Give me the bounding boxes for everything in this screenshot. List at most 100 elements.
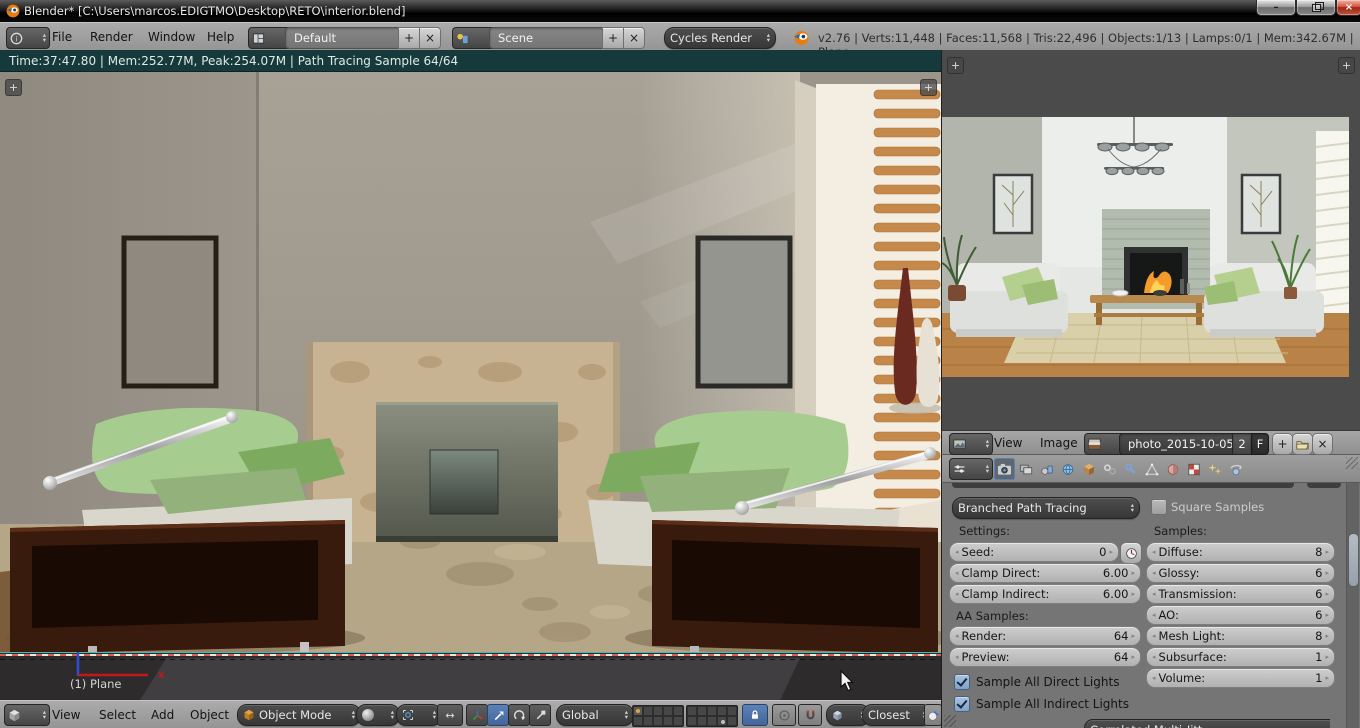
- stepper-left-arrow[interactable]: ◂: [955, 548, 959, 556]
- transmission-samples-field[interactable]: ◂ Transmission: 6 ▸: [1146, 584, 1335, 604]
- tab-particles[interactable]: [1204, 458, 1225, 480]
- stepper-right-arrow[interactable]: ▸: [1325, 632, 1329, 640]
- glossy-samples-field[interactable]: ◂ Glossy: 6 ▸: [1146, 563, 1335, 583]
- tab-constraints[interactable]: [1099, 458, 1120, 480]
- stepper-right-arrow[interactable]: ▸: [1131, 590, 1135, 598]
- viewport-corner-plus-left[interactable]: +: [5, 79, 22, 96]
- volume-samples-field[interactable]: ◂ Volume: 1 ▸: [1146, 668, 1335, 688]
- viewport-below-camera-area[interactable]: z x (1) Plane: [0, 652, 941, 700]
- menu-window[interactable]: Window: [148, 30, 195, 44]
- sampling-pattern-dropdown-clipped[interactable]: Correlated Multi-Jitt ▴: [1084, 719, 1330, 728]
- stepper-left-arrow[interactable]: ◂: [1152, 674, 1156, 682]
- stepper-right-arrow[interactable]: ▸: [1325, 548, 1329, 556]
- stepper-left-arrow[interactable]: ◂: [955, 632, 959, 640]
- tab-world[interactable]: [1057, 458, 1078, 480]
- clamp-direct-field[interactable]: ◂ Clamp Direct: 6.00 ▸: [949, 563, 1141, 583]
- layers-group-2[interactable]: [686, 705, 738, 727]
- fake-user-button[interactable]: F: [1251, 433, 1269, 455]
- mesh-light-samples-field[interactable]: ◂ Mesh Light: 8 ▸: [1146, 626, 1335, 646]
- delete-layout-button[interactable]: ×: [419, 27, 441, 49]
- editor-type-button-image[interactable]: ▴ ▾: [949, 433, 993, 455]
- delete-scene-button[interactable]: ×: [623, 27, 645, 49]
- editor-type-button-properties[interactable]: ▴ ▾: [949, 458, 993, 480]
- square-samples-checkbox[interactable]: [1151, 499, 1167, 515]
- stepper-right-arrow[interactable]: ▸: [1131, 632, 1135, 640]
- proportional-edit-button[interactable]: [772, 704, 796, 726]
- stepper-right-arrow[interactable]: ▸: [1325, 611, 1329, 619]
- menu-render[interactable]: Render: [90, 30, 133, 44]
- aa-preview-field[interactable]: ◂ Preview: 64 ▸: [949, 647, 1141, 667]
- viewport-corner-plus-right[interactable]: +: [920, 79, 937, 96]
- stepper-left-arrow[interactable]: ◂: [1152, 653, 1156, 661]
- tab-material[interactable]: [1162, 458, 1183, 480]
- image-users-count[interactable]: 2: [1232, 433, 1252, 455]
- add-layout-button[interactable]: +: [398, 27, 420, 49]
- layout-name-field[interactable]: Default: [285, 27, 415, 49]
- translate-manipulator-button[interactable]: [487, 704, 509, 726]
- tab-physics[interactable]: [1225, 458, 1246, 480]
- layers-group-1[interactable]: [632, 705, 684, 727]
- tab-render-layers[interactable]: [1015, 458, 1036, 480]
- layer-cell[interactable]: [717, 716, 727, 726]
- panel-corner-grip[interactable]: [944, 715, 956, 727]
- properties-scrollbar-thumb[interactable]: [1348, 533, 1359, 587]
- stepper-right-arrow[interactable]: ▸: [1325, 674, 1329, 682]
- stepper-left-arrow[interactable]: ◂: [1152, 590, 1156, 598]
- integrator-dropdown[interactable]: Branched Path Tracing ▴ ▾: [952, 497, 1140, 519]
- scale-manipulator-button[interactable]: [529, 704, 551, 726]
- stepper-left-arrow[interactable]: ◂: [955, 653, 959, 661]
- viewport-shading-dropdown[interactable]: ▴ ▾: [356, 704, 400, 726]
- menu-help[interactable]: Help: [207, 30, 234, 44]
- tab-render[interactable]: [994, 458, 1015, 480]
- sample-all-indirect-lights-checkbox[interactable]: [954, 696, 970, 712]
- stepper-right-arrow[interactable]: ▸: [1131, 653, 1135, 661]
- menu-object[interactable]: Object: [190, 708, 229, 722]
- menu-select[interactable]: Select: [99, 708, 136, 722]
- stepper-left-arrow[interactable]: ◂: [955, 590, 959, 598]
- menu-file[interactable]: File: [52, 30, 72, 44]
- aa-render-field[interactable]: ◂ Render: 64 ▸: [949, 626, 1141, 646]
- menu-view[interactable]: View: [994, 436, 1022, 450]
- editor-type-button-3dview[interactable]: ▴ ▾: [4, 704, 50, 726]
- image-editor-corner-plus-left[interactable]: +: [947, 57, 964, 74]
- tab-scene[interactable]: [1036, 458, 1057, 480]
- tab-modifiers[interactable]: [1120, 458, 1141, 480]
- scene-name-field[interactable]: Scene: [489, 27, 619, 49]
- close-button[interactable]: ×: [1336, 0, 1360, 16]
- menu-image[interactable]: Image: [1040, 436, 1078, 450]
- minimize-button[interactable]: –: [1256, 0, 1296, 16]
- sample-all-direct-lights-checkbox[interactable]: [954, 674, 970, 690]
- pivot-point-dropdown[interactable]: ▴ ▾: [396, 704, 442, 726]
- ao-samples-field[interactable]: ◂ AO: 6 ▸: [1146, 605, 1335, 625]
- add-scene-button[interactable]: +: [602, 27, 624, 49]
- unlink-image-button[interactable]: ×: [1312, 433, 1333, 455]
- new-image-button[interactable]: +: [1272, 433, 1293, 455]
- stepper-left-arrow[interactable]: ◂: [1152, 632, 1156, 640]
- image-editor-canvas[interactable]: + +: [941, 50, 1360, 430]
- clamp-indirect-field[interactable]: ◂ Clamp Indirect: 6.00 ▸: [949, 584, 1141, 604]
- manipulator-axis-button[interactable]: [466, 704, 488, 726]
- stepper-right-arrow[interactable]: ▸: [1325, 590, 1329, 598]
- stepper-right-arrow[interactable]: ▸: [1109, 548, 1113, 556]
- panel-corner-grip[interactable]: [1346, 457, 1358, 469]
- layer-cell[interactable]: [633, 706, 643, 716]
- lock-to-scene-button[interactable]: [742, 704, 768, 726]
- stepper-right-arrow[interactable]: ▸: [1131, 569, 1135, 577]
- render-engine-dropdown[interactable]: Cycles Render ▴ ▾: [664, 27, 776, 49]
- subsurface-samples-field[interactable]: ◂ Subsurface: 1 ▸: [1146, 647, 1335, 667]
- stepper-right-arrow[interactable]: ▸: [1325, 653, 1329, 661]
- menu-add[interactable]: Add: [151, 708, 174, 722]
- mode-dropdown[interactable]: Object Mode ▴ ▾: [237, 704, 361, 726]
- stepper-left-arrow[interactable]: ◂: [1152, 569, 1156, 577]
- properties-scrollbar[interactable]: [1346, 483, 1359, 728]
- menu-view[interactable]: View: [52, 708, 80, 722]
- stepper-right-arrow[interactable]: ▸: [1325, 569, 1329, 577]
- titlebar[interactable]: Blender* [C:\Users\marcos.EDIGTMO\Deskto…: [0, 0, 1360, 22]
- restore-button[interactable]: [1296, 0, 1336, 16]
- diffuse-samples-field[interactable]: ◂ Diffuse: 8 ▸: [1146, 542, 1335, 562]
- stepper-left-arrow[interactable]: ◂: [955, 569, 959, 577]
- snap-toggle-button[interactable]: [798, 704, 822, 726]
- snap-target-dropdown[interactable]: Closest ▴▾: [862, 704, 932, 726]
- opengl-render-button[interactable]: [924, 704, 942, 726]
- open-image-button[interactable]: [1292, 433, 1313, 455]
